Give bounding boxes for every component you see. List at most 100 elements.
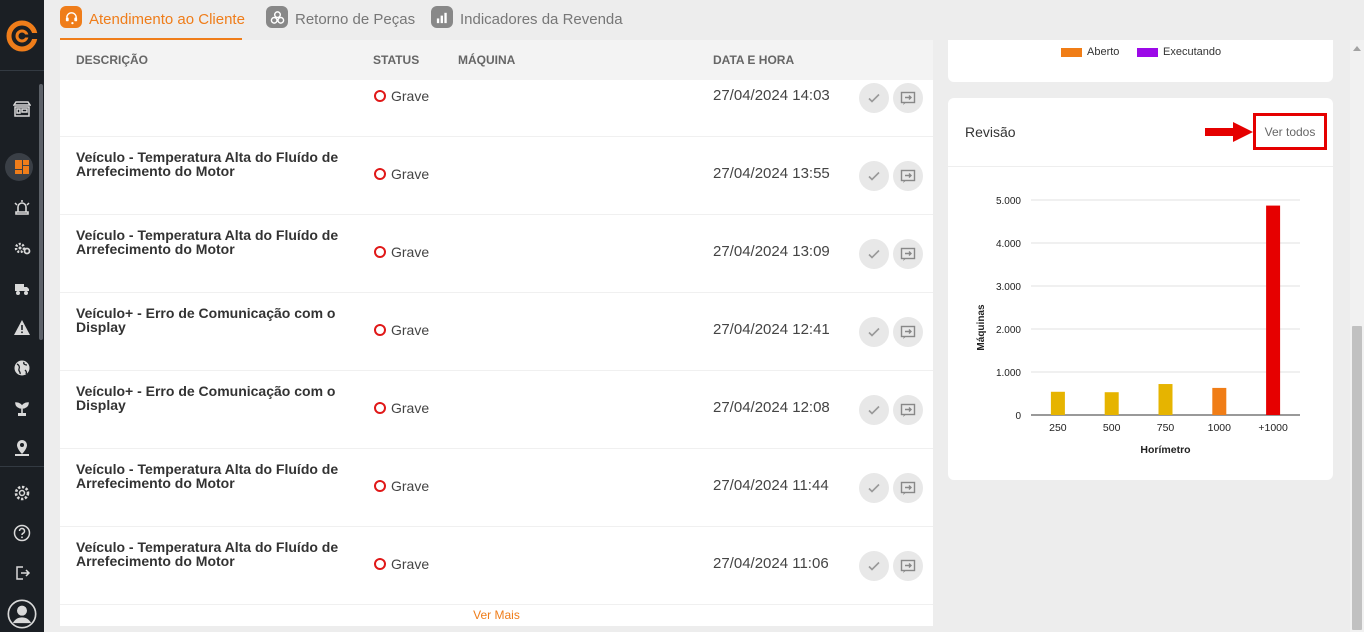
- sidebar-item-logout[interactable]: [0, 558, 44, 588]
- row-status-label: Grave: [391, 88, 430, 104]
- sidebar-item-profile[interactable]: [0, 597, 44, 631]
- y-tick-label: 4.000: [996, 239, 1021, 250]
- row-datetime: 27/04/2024 11:06: [713, 555, 829, 572]
- column-header-datetime: DATA E HORA: [713, 53, 795, 67]
- headset-icon: [60, 6, 82, 28]
- legend-label: Executando: [1163, 46, 1222, 58]
- open-details-button[interactable]: [893, 317, 923, 347]
- sidebar-item-warnings[interactable]: [0, 313, 44, 343]
- column-header-machine: MÁQUINA: [458, 53, 516, 67]
- top-tab-bar: Atendimento ao Cliente Retorno de Peças …: [44, 0, 1364, 40]
- row-description: Veículo - Temperatura Alta do Fluído de …: [76, 227, 339, 257]
- status-legend-card: Aberto Executando: [948, 40, 1333, 82]
- open-details-button[interactable]: [893, 473, 923, 503]
- plant-icon: [15, 402, 29, 416]
- open-detail-icon: [900, 559, 916, 573]
- sidebar-item-agro[interactable]: [0, 393, 44, 423]
- open-details-button[interactable]: [893, 239, 923, 269]
- row-status: Grave: [374, 244, 429, 260]
- globe-icon: [14, 360, 30, 376]
- open-detail-icon: [900, 91, 916, 105]
- sidebar-item-location[interactable]: [0, 433, 44, 463]
- ver-todos-link[interactable]: Ver todos: [1253, 113, 1327, 150]
- revisao-card: Revisão Ver todos 0 1.000 2.000 3.000 4.000 5…: [948, 98, 1333, 480]
- mark-resolved-button[interactable]: [859, 551, 889, 581]
- scrollbar-thumb[interactable]: [1352, 326, 1362, 630]
- table-row[interactable]: Veículo - Temperatura Alta do Fluído de …: [60, 137, 933, 215]
- status-severity-icon: [374, 402, 386, 414]
- y-tick-label: 3.000: [996, 282, 1021, 293]
- bar-1000: [1212, 387, 1227, 415]
- sidebar-item-maintenance[interactable]: [0, 233, 44, 263]
- x-tick-label: +1000: [1258, 422, 1288, 434]
- sidebar-item-dealership[interactable]: [0, 94, 44, 124]
- mark-resolved-button[interactable]: [859, 473, 889, 503]
- x-axis-label: Horímetro: [1140, 444, 1190, 456]
- row-description: Veículo+ - Erro de Comunicação com o Dis…: [76, 383, 336, 413]
- sidebar-item-help[interactable]: [0, 518, 44, 548]
- tab-indicadores-da-revenda[interactable]: Indicadores da Revenda: [431, 6, 623, 40]
- table-row[interactable]: Veículo - Temperatura Alta do Fluído de …: [60, 215, 933, 293]
- bar-chart-icon: [431, 6, 453, 28]
- table-row[interactable]: Veículo - Temperatura Alta do Fluído de …: [60, 527, 933, 605]
- y-tick-label: 2.000: [996, 325, 1021, 336]
- card-title: Revisão: [965, 124, 1016, 140]
- bar-250: [1050, 391, 1065, 415]
- sidebar-item-vehicles[interactable]: [0, 273, 44, 303]
- bar-500: [1104, 392, 1119, 415]
- row-status-label: Grave: [391, 322, 430, 338]
- row-datetime: 27/04/2024 13:09: [713, 243, 830, 260]
- mark-resolved-button[interactable]: [859, 395, 889, 425]
- table-row[interactable]: Veículo+ - Erro de Comunicação com o Dis…: [60, 371, 933, 449]
- bar-750: [1158, 384, 1173, 415]
- open-details-button[interactable]: [893, 161, 923, 191]
- tab-label: Retorno de Peças: [295, 11, 416, 28]
- sidebar-item-dashboard[interactable]: [0, 152, 44, 182]
- sidebar-item-globe[interactable]: [0, 353, 44, 383]
- y-tick-label: 5.000: [996, 196, 1021, 207]
- table-header: DESCRIÇÃO STATUS MÁQUINA DATA E HORA: [60, 40, 933, 80]
- open-details-button[interactable]: [893, 83, 923, 113]
- company-logo-icon: [6, 20, 38, 52]
- sidebar-item-alarms[interactable]: [0, 193, 44, 223]
- legend-swatch: [1061, 47, 1082, 57]
- mark-resolved-button[interactable]: [859, 83, 889, 113]
- alarm-icon: [14, 200, 30, 215]
- status-severity-icon: [374, 324, 386, 336]
- row-description: Veículo - Temperatura Alta do Fluído de …: [76, 461, 339, 491]
- column-header-description: DESCRIÇÃO: [76, 53, 149, 67]
- open-details-button[interactable]: [893, 551, 923, 581]
- row-datetime: 27/04/2024 12:08: [713, 399, 830, 416]
- tab-retorno-de-pecas[interactable]: Retorno de Peças: [266, 6, 415, 40]
- row-status: Grave: [374, 556, 429, 572]
- open-detail-icon: [900, 325, 916, 339]
- row-description: Veículo - Temperatura Alta do Fluído de …: [76, 149, 339, 179]
- row-status: Grave: [374, 88, 429, 104]
- open-details-button[interactable]: [893, 395, 923, 425]
- row-datetime: 27/04/2024 12:41: [713, 321, 830, 338]
- ver-mais-link[interactable]: Ver Mais: [60, 608, 933, 622]
- open-detail-icon: [900, 481, 916, 495]
- row-status-label: Grave: [391, 478, 430, 494]
- alerts-table-panel: Arrefecimento do MotorGrave27/04/2024 14…: [60, 40, 933, 626]
- tab-atendimento-ao-cliente[interactable]: Atendimento ao Cliente: [60, 6, 245, 40]
- legend-swatch: [1137, 47, 1158, 57]
- check-icon: [868, 171, 880, 181]
- scroll-up-arrow-icon[interactable]: [1353, 46, 1361, 51]
- mark-resolved-button[interactable]: [859, 317, 889, 347]
- column-header-status: STATUS: [373, 53, 420, 67]
- table-row[interactable]: Veículo - Temperatura Alta do Fluído de …: [60, 449, 933, 527]
- x-tick-label: 500: [1103, 422, 1121, 434]
- open-detail-icon: [900, 247, 916, 261]
- mark-resolved-button[interactable]: [859, 239, 889, 269]
- row-datetime: 27/04/2024 14:03: [713, 87, 830, 104]
- status-severity-icon: [374, 90, 386, 102]
- row-status: Grave: [374, 400, 429, 416]
- page-scrollbar[interactable]: [1350, 40, 1364, 632]
- mark-resolved-button[interactable]: [859, 161, 889, 191]
- sidebar-item-settings[interactable]: [0, 478, 44, 508]
- check-icon: [868, 249, 880, 259]
- table-row[interactable]: Veículo+ - Erro de Comunicação com o Dis…: [60, 293, 933, 371]
- user-avatar-icon: [7, 599, 37, 629]
- status-severity-icon: [374, 558, 386, 570]
